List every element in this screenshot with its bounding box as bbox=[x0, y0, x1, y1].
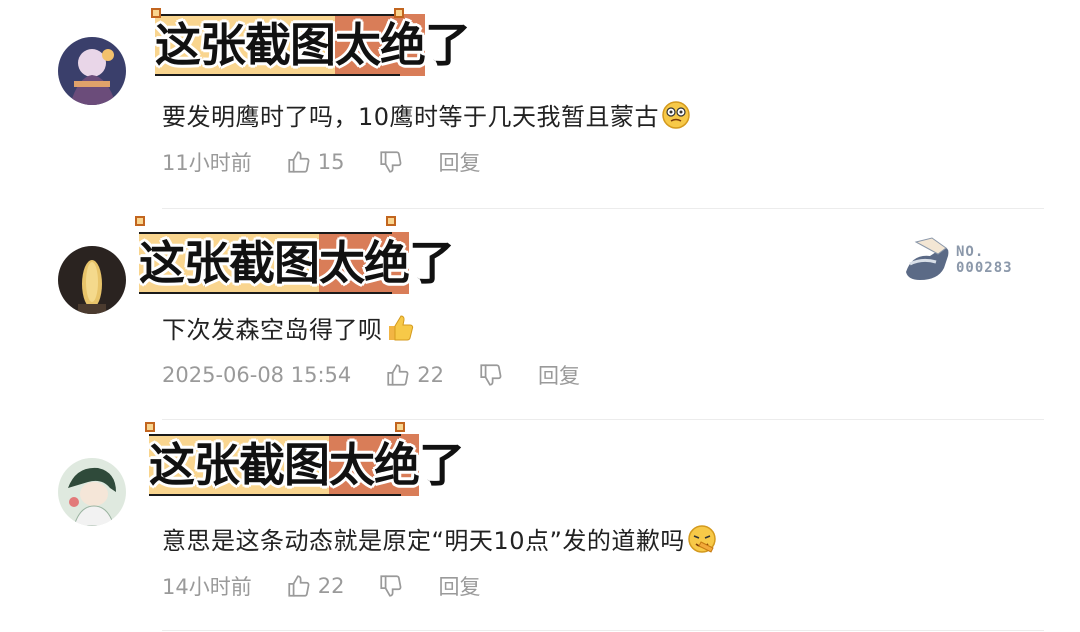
caption-part-c: 了 bbox=[408, 235, 456, 291]
selection-handle bbox=[386, 216, 396, 226]
like-button[interactable]: 15 bbox=[286, 149, 345, 175]
like-count: 15 bbox=[317, 150, 345, 174]
dislike-button[interactable] bbox=[478, 362, 504, 388]
badge-number: 000283 bbox=[956, 260, 1013, 276]
avatar[interactable] bbox=[58, 37, 126, 105]
selection-handle bbox=[145, 422, 155, 432]
thumbs-up-icon bbox=[387, 364, 409, 386]
thumbs-down-icon bbox=[380, 151, 402, 173]
reply-button[interactable]: 回复 bbox=[438, 147, 480, 177]
caption-banner: 这张截图 太绝 了 bbox=[135, 216, 456, 294]
like-button[interactable]: 22 bbox=[385, 362, 444, 388]
comment-time: 2025-06-08 15:54 bbox=[162, 363, 352, 387]
comment-text: 意思是这条动态就是原定“明天10点”发的道歉吗 bbox=[162, 521, 717, 556]
thumbs-up-emoji-icon bbox=[388, 314, 413, 340]
reply-button[interactable]: 回复 bbox=[438, 571, 480, 601]
caption-part-b: 太绝 bbox=[334, 17, 427, 73]
reply-button[interactable]: 回复 bbox=[538, 360, 580, 390]
like-count: 22 bbox=[417, 363, 444, 387]
comment-time: 14小时前 bbox=[162, 575, 252, 599]
caption-banner: 这张截图 太绝 了 bbox=[151, 8, 472, 76]
thumbs-up-icon bbox=[288, 575, 310, 597]
dislike-button[interactable] bbox=[378, 573, 404, 599]
comment-divider bbox=[162, 208, 1044, 209]
selection-handle bbox=[151, 8, 161, 18]
dislike-button[interactable] bbox=[378, 149, 404, 175]
badge-label: NO. bbox=[956, 244, 985, 260]
caption-part-a: 这张截图 bbox=[148, 437, 331, 493]
thumbs-down-icon bbox=[480, 364, 502, 386]
comment-text: 下次发森空岛得了呗 bbox=[162, 310, 415, 345]
thumbs-up-icon bbox=[288, 151, 310, 173]
dizzy-face-emoji-icon bbox=[662, 100, 690, 129]
caption-part-b: 太绝 bbox=[318, 235, 411, 291]
facepalm-emoji-icon bbox=[688, 524, 716, 553]
comment-meta: 14小时前 22 回复 bbox=[162, 571, 480, 601]
fan-badge: NO. 000283 bbox=[956, 244, 1013, 276]
avatar[interactable] bbox=[58, 246, 126, 314]
comment-meta: 11小时前 15 回复 bbox=[162, 147, 480, 177]
comment-divider bbox=[162, 419, 1044, 420]
caption-part-c: 了 bbox=[418, 437, 466, 493]
like-button[interactable]: 22 bbox=[286, 573, 345, 599]
comment-meta: 2025-06-08 15:54 22 回复 bbox=[162, 360, 580, 390]
caption-banner: 这张截图 太绝 了 bbox=[145, 422, 466, 496]
caption-part-a: 这张截图 bbox=[138, 235, 321, 291]
avatar[interactable] bbox=[58, 458, 126, 526]
caption-part-c: 了 bbox=[424, 17, 472, 73]
comment-divider bbox=[162, 630, 1044, 631]
comment-text: 要发明鹰时了吗，10鹰时等于几天我暂且蒙古 bbox=[162, 97, 691, 132]
comment-time: 11小时前 bbox=[162, 151, 252, 175]
caption-part-a: 这张截图 bbox=[154, 17, 337, 73]
like-count: 22 bbox=[317, 574, 345, 598]
selection-handle bbox=[135, 216, 145, 226]
thumbs-down-icon bbox=[380, 575, 402, 597]
selection-handle bbox=[394, 8, 404, 18]
selection-handle bbox=[395, 422, 405, 432]
caption-part-b: 太绝 bbox=[328, 437, 421, 493]
